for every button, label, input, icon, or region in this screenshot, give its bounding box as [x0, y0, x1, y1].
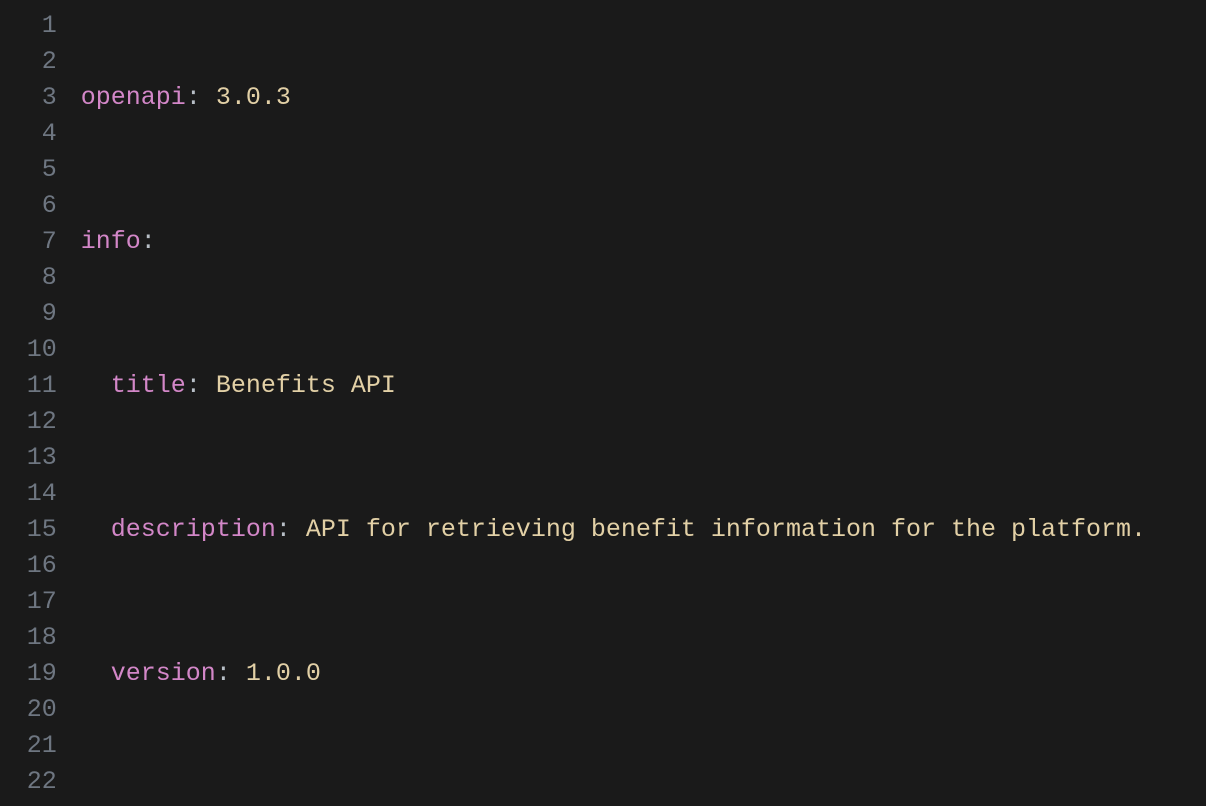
line-number: 13	[8, 440, 57, 476]
code-editor[interactable]: 1 2 3 4 5 6 7 8 9 10 11 12 13 14 15 16 1…	[0, 0, 1206, 806]
code-line[interactable]: servers:	[81, 800, 1206, 806]
yaml-key: openapi	[81, 83, 186, 112]
line-number-gutter: 1 2 3 4 5 6 7 8 9 10 11 12 13 14 15 16 1…	[0, 0, 81, 806]
line-number: 5	[8, 152, 57, 188]
line-number: 15	[8, 512, 57, 548]
yaml-key: description	[111, 515, 276, 544]
line-number: 18	[8, 620, 57, 656]
line-number: 6	[8, 188, 57, 224]
code-line[interactable]: version: 1.0.0	[81, 656, 1206, 692]
yaml-value: Benefits API	[216, 371, 396, 400]
yaml-value: 1.0.0	[246, 659, 321, 688]
line-number: 7	[8, 224, 57, 260]
yaml-key: info	[81, 227, 141, 256]
line-number: 9	[8, 296, 57, 332]
line-number: 11	[8, 368, 57, 404]
code-line[interactable]: info:	[81, 224, 1206, 260]
line-number: 21	[8, 728, 57, 764]
yaml-key: title	[111, 371, 186, 400]
code-line[interactable]: openapi: 3.0.3	[81, 80, 1206, 116]
line-number: 19	[8, 656, 57, 692]
code-area[interactable]: openapi: 3.0.3 info: title: Benefits API…	[81, 0, 1206, 806]
line-number: 8	[8, 260, 57, 296]
line-number: 3	[8, 80, 57, 116]
line-number: 12	[8, 404, 57, 440]
line-number: 2	[8, 44, 57, 80]
code-line[interactable]: description: API for retrieving benefit …	[81, 512, 1206, 548]
line-number: 17	[8, 584, 57, 620]
line-number: 10	[8, 332, 57, 368]
yaml-value: API for retrieving benefit information f…	[306, 515, 1146, 544]
line-number: 4	[8, 116, 57, 152]
yaml-value: 3.0.3	[216, 83, 291, 112]
line-number: 1	[8, 8, 57, 44]
colon: :	[186, 83, 201, 112]
line-number: 22	[8, 764, 57, 800]
line-number: 16	[8, 548, 57, 584]
code-line[interactable]: title: Benefits API	[81, 368, 1206, 404]
colon: :	[141, 227, 156, 256]
yaml-key: version	[111, 659, 216, 688]
line-number: 20	[8, 692, 57, 728]
line-number: 14	[8, 476, 57, 512]
